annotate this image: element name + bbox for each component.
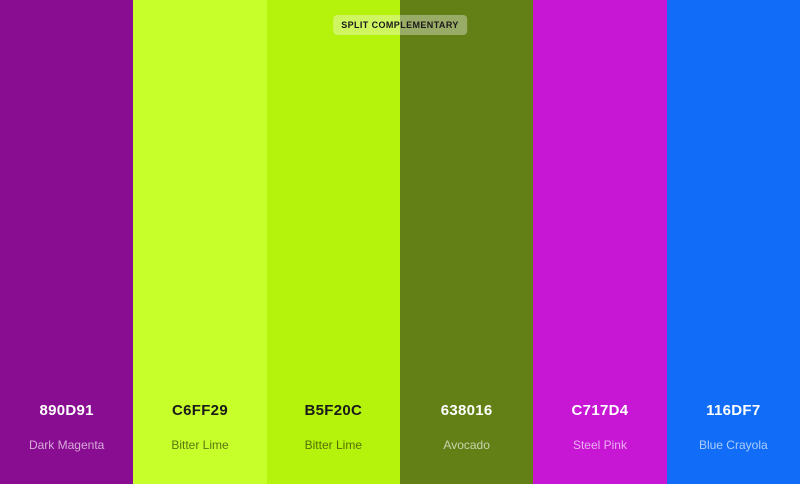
swatch-hex[interactable]: 890D91 — [0, 402, 133, 419]
color-palette: 890D91 Dark Magenta C6FF29 Bitter Lime B… — [0, 0, 800, 484]
swatch-name: Steel Pink — [572, 438, 627, 452]
swatch-hex[interactable]: B5F20C — [267, 402, 400, 419]
swatch-6[interactable]: 116DF7 Blue Crayola — [666, 0, 800, 484]
scheme-badge: SPLIT COMPLEMENTARY — [333, 15, 467, 35]
swatch-name: Bitter Lime — [304, 438, 362, 452]
swatch-name: Blue Crayola — [698, 438, 768, 452]
swatch-2[interactable]: C6FF29 Bitter Lime — [133, 0, 267, 484]
swatch-1[interactable]: 890D91 Dark Magenta — [0, 0, 134, 484]
swatch-hex[interactable]: C717D4 — [533, 402, 666, 419]
swatch-3[interactable]: B5F20C Bitter Lime — [266, 0, 400, 484]
swatch-hex[interactable]: C6FF29 — [133, 402, 266, 419]
swatch-name: Bitter Lime — [171, 438, 229, 452]
swatch-name: Dark Magenta — [28, 438, 105, 452]
swatch-5[interactable]: C717D4 Steel Pink — [533, 0, 667, 484]
swatch-hex[interactable]: 116DF7 — [667, 402, 800, 419]
swatch-4[interactable]: 638016 Avocado — [399, 0, 534, 484]
swatch-name: Avocado — [443, 438, 490, 452]
swatch-hex[interactable]: 638016 — [400, 402, 533, 419]
